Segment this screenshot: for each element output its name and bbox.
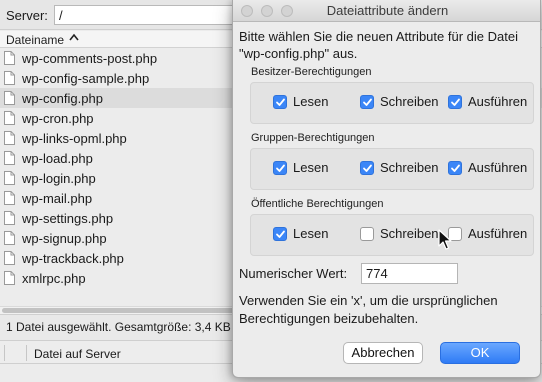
file-name: wp-mail.php — [22, 191, 93, 206]
file-icon — [4, 171, 15, 185]
checkbox-checked-icon[interactable] — [448, 161, 462, 175]
checkbox-checked-icon[interactable] — [273, 95, 287, 109]
file-name: wp-links-opml.php — [22, 131, 127, 146]
permission-label: Schreiben — [380, 160, 439, 175]
file-icon — [4, 111, 15, 125]
file-icon — [4, 151, 15, 165]
cancel-button[interactable]: Abbrechen — [343, 342, 423, 364]
file-name: wp-config.php — [22, 91, 103, 106]
column-header-server-file[interactable]: Datei auf Server — [34, 347, 121, 361]
file-icon — [4, 271, 15, 285]
permission-label: Ausführen — [468, 226, 528, 241]
numeric-value-input[interactable] — [361, 263, 458, 284]
file-icon — [4, 211, 15, 225]
hint-text: Verwenden Sie ein 'x', um die ursprüngli… — [239, 293, 498, 326]
file-name: wp-settings.php — [22, 211, 114, 226]
permission-label: Ausführen — [468, 160, 528, 175]
dialog-title: Dateiattribute ändern — [326, 3, 449, 18]
dialog-titlebar: Dateiattribute ändern — [233, 0, 540, 22]
checkbox-checked-icon[interactable] — [360, 95, 374, 109]
permission-group-label: Gruppen-Berechtigungen — [251, 132, 375, 144]
file-name: wp-config-sample.php — [22, 71, 150, 86]
server-path-input[interactable] — [54, 5, 254, 25]
file-icon — [4, 91, 15, 105]
file-name: wp-load.php — [22, 151, 93, 166]
file-icon — [4, 251, 15, 265]
checkbox-checked-icon[interactable] — [273, 161, 287, 175]
permission-label: Lesen — [293, 160, 329, 175]
status-text: 1 Datei ausgewählt. Gesamtgröße: 3,4 KB — [6, 320, 231, 334]
file-name: xmlrpc.php — [22, 271, 86, 286]
permission-label: Ausführen — [468, 94, 528, 109]
permission-label: Schreiben — [380, 226, 439, 241]
checkbox-unchecked-icon[interactable] — [360, 227, 374, 241]
numeric-value-label: Numerischer Wert: — [239, 266, 348, 281]
sort-ascending-icon[interactable] — [69, 32, 79, 44]
checkbox-checked-icon[interactable] — [273, 227, 287, 241]
ok-button[interactable]: OK — [440, 342, 520, 364]
file-name: wp-signup.php — [22, 231, 107, 246]
file-icon — [4, 71, 15, 85]
permission-label: Schreiben — [380, 94, 439, 109]
file-icon — [4, 51, 15, 65]
file-name: wp-comments-post.php — [22, 51, 158, 66]
permission-group-label: Besitzer-Berechtigungen — [251, 66, 372, 78]
file-attributes-dialog: Dateiattribute ändern Bitte wählen Sie d… — [232, 0, 541, 378]
permission-group-label: Öffentliche Berechtigungen — [251, 198, 384, 210]
file-name: wp-login.php — [22, 171, 96, 186]
server-label: Server: — [6, 8, 48, 23]
permission-label: Lesen — [293, 226, 329, 241]
column-header-filename[interactable]: Dateiname — [6, 33, 64, 47]
permission-label: Lesen — [293, 94, 329, 109]
checkbox-checked-icon[interactable] — [448, 95, 462, 109]
permission-group-box: Lesen Schreiben Ausführen — [250, 148, 534, 190]
mouse-pointer-icon — [438, 229, 452, 250]
file-name: wp-cron.php — [22, 111, 94, 126]
checkbox-checked-icon[interactable] — [360, 161, 374, 175]
file-icon — [4, 231, 15, 245]
column-divider — [4, 345, 5, 361]
file-icon — [4, 191, 15, 205]
permission-group-box: Lesen Schreiben Ausführen — [250, 82, 534, 124]
dialog-prompt: Bitte wählen Sie die neuen Attribute für… — [239, 29, 518, 61]
permission-group-box: Lesen Schreiben Ausführen — [250, 214, 534, 256]
file-name: wp-trackback.php — [22, 251, 124, 266]
column-divider — [26, 345, 27, 361]
file-icon — [4, 131, 15, 145]
